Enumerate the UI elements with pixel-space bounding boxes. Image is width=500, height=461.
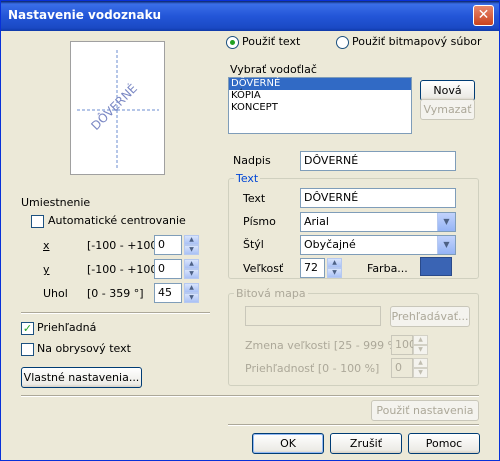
angle-label: Uhol xyxy=(43,287,68,300)
ok-button[interactable]: OK xyxy=(252,433,324,454)
browse-button[interactable]: Prehľadávať... xyxy=(390,306,470,327)
color-swatch-button[interactable] xyxy=(420,257,452,276)
text-group-title: Text xyxy=(234,172,261,185)
angle-input[interactable]: 45 xyxy=(154,283,182,303)
title-input[interactable]: DÔVERNÉ xyxy=(300,151,456,171)
stepper-down-icon[interactable]: ▼ xyxy=(184,269,199,279)
transparency-input[interactable]: 0 xyxy=(391,358,413,378)
scale-stepper[interactable]: ▲ ▼ xyxy=(413,335,428,355)
delete-watermark-button[interactable]: Vymazať xyxy=(420,99,475,120)
bottom-divider xyxy=(21,395,479,397)
y-range: [-100 - +100] xyxy=(87,263,162,276)
use-bitmap-label[interactable]: Použiť bitmapový súbor xyxy=(352,35,482,48)
size-input[interactable]: 72 xyxy=(300,258,325,278)
use-text-label[interactable]: Použiť text xyxy=(242,35,300,48)
y-label: y xyxy=(43,263,50,276)
watermark-settings-dialog: Nastavenie vodoznaku ✕ DÔVERNÉ Použiť te… xyxy=(0,0,500,461)
stepper-up-icon[interactable]: ▲ xyxy=(184,283,199,293)
bitmap-group-title: Bitová mapa xyxy=(234,287,308,300)
stepper-up-icon[interactable]: ▲ xyxy=(413,358,428,368)
transparency-stepper[interactable]: ▲ ▼ xyxy=(413,358,428,378)
stepper-down-icon[interactable]: ▼ xyxy=(184,293,199,303)
size-label: Veľkosť xyxy=(243,262,284,275)
radio-selected-dot xyxy=(230,40,235,45)
help-button[interactable]: Pomoc xyxy=(408,433,480,454)
transparent-checkbox[interactable]: ✓ xyxy=(21,322,34,335)
style-label: Štýl xyxy=(243,238,264,251)
custom-settings-button[interactable]: Vlastné nastavenia... xyxy=(21,367,142,388)
stepper-up-icon[interactable]: ▲ xyxy=(184,259,199,269)
stepper-down-icon[interactable]: ▼ xyxy=(184,245,199,255)
close-icon: ✕ xyxy=(477,7,490,23)
chevron-down-icon[interactable]: ▼ xyxy=(437,236,455,254)
close-button[interactable]: ✕ xyxy=(473,5,494,26)
window-title: Nastavenie vodoznaku xyxy=(8,8,162,22)
y-stepper[interactable]: ▲ ▼ xyxy=(184,259,199,279)
cancel-button[interactable]: Zrušiť xyxy=(330,433,402,454)
style-select-value: Obyčajné xyxy=(304,238,356,251)
x-stepper[interactable]: ▲ ▼ xyxy=(184,235,199,255)
use-text-radio[interactable] xyxy=(226,36,239,49)
stepper-up-icon[interactable]: ▲ xyxy=(413,335,428,345)
text-label: Text xyxy=(243,192,266,205)
stepper-down-icon[interactable]: ▼ xyxy=(327,268,342,278)
apply-settings-button[interactable]: Použiť nastavenia xyxy=(371,400,479,421)
auto-center-label[interactable]: Automatické centrovanie xyxy=(48,214,186,227)
angle-range: [0 - 359 °] xyxy=(87,287,144,300)
use-bitmap-radio[interactable] xyxy=(336,36,349,49)
outline-checkbox[interactable] xyxy=(21,343,34,356)
left-divider xyxy=(21,312,210,314)
x-range: [-100 - +100] xyxy=(87,239,162,252)
new-watermark-button[interactable]: Nová xyxy=(420,80,475,101)
preview-canvas: DÔVERNÉ xyxy=(77,50,159,170)
font-select-value: Arial xyxy=(304,215,329,228)
font-select[interactable]: Arial ▼ xyxy=(300,212,456,232)
x-label: x xyxy=(43,239,50,252)
stepper-down-icon[interactable]: ▼ xyxy=(413,368,428,378)
list-item[interactable]: KONCEPT xyxy=(229,102,411,114)
y-input[interactable]: 0 xyxy=(154,259,182,279)
stepper-up-icon[interactable]: ▲ xyxy=(184,235,199,245)
watermark-list[interactable]: DÔVERNÉ KÓPIA KONCEPT xyxy=(228,77,412,134)
bitmap-path-input[interactable] xyxy=(245,306,381,326)
scale-label: Zmena veľkosti [25 - 999 %] xyxy=(245,339,403,352)
title-bar[interactable]: Nastavenie vodoznaku ✕ xyxy=(1,1,499,31)
scale-input[interactable]: 100 xyxy=(391,335,416,355)
title-label: Nadpis xyxy=(233,154,271,167)
stepper-down-icon[interactable]: ▼ xyxy=(413,345,428,355)
size-stepper[interactable]: ▲ ▼ xyxy=(327,258,342,278)
style-select[interactable]: Obyčajné ▼ xyxy=(300,235,456,255)
auto-center-checkbox[interactable] xyxy=(31,215,44,228)
stepper-up-icon[interactable]: ▲ xyxy=(327,258,342,268)
text-input[interactable]: DÔVERNÉ xyxy=(300,188,456,208)
outline-label[interactable]: Na obrysový text xyxy=(37,342,131,355)
transparent-label[interactable]: Priehľadná xyxy=(37,321,96,334)
transparency-label: Priehľadnosť [0 - 100 %] xyxy=(245,362,380,375)
footer-divider xyxy=(228,424,479,426)
color-label[interactable]: Farba... xyxy=(367,262,408,275)
watermark-list-label: Vybrať vodoťlač xyxy=(230,63,317,76)
placement-title: Umiestnenie xyxy=(21,196,91,209)
list-item[interactable]: DÔVERNÉ xyxy=(229,78,411,90)
angle-stepper[interactable]: ▲ ▼ xyxy=(184,283,199,303)
watermark-preview: DÔVERNÉ xyxy=(70,41,165,175)
preview-watermark-text: DÔVERNÉ xyxy=(88,81,140,133)
font-label: Písmo xyxy=(243,215,276,228)
chevron-down-icon[interactable]: ▼ xyxy=(437,213,455,231)
x-input[interactable]: 0 xyxy=(154,235,182,255)
list-item[interactable]: KÓPIA xyxy=(229,90,411,102)
